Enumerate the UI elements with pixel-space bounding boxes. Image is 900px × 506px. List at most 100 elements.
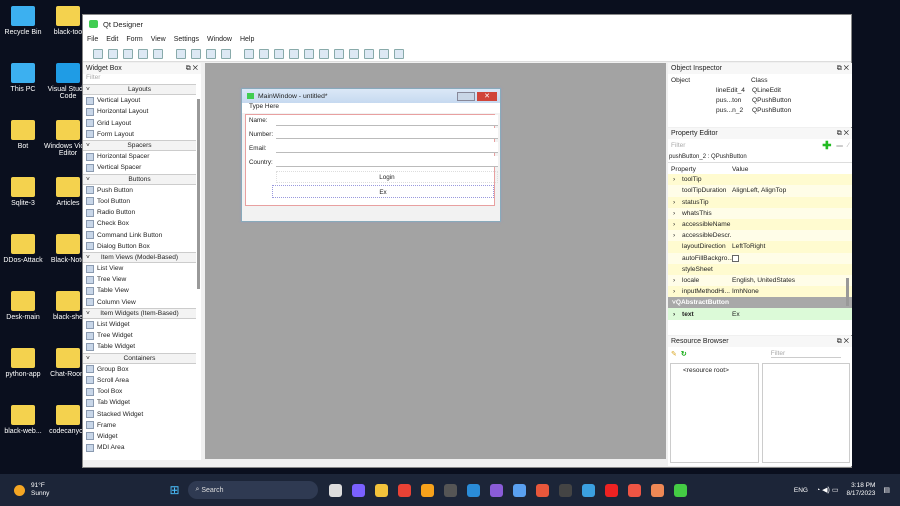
object-row[interactable]: pus...ton QPushButton [668,97,852,107]
widget-item[interactable]: Horizontal Spacer [83,151,196,162]
country-input[interactable] [276,156,498,167]
taskbar-app-icon[interactable] [604,483,618,497]
login-button[interactable]: Login [276,171,498,183]
widget-category[interactable]: Buttons [83,173,196,185]
property-row[interactable]: layoutDirection LeftToRight [668,241,852,253]
menu-edit[interactable]: Edit [106,36,118,43]
widget-category[interactable]: Item Views (Model-Based) [83,251,196,263]
widget-item[interactable]: Tool Button [83,196,196,207]
widget-category[interactable]: Containers [83,352,196,364]
property-row[interactable]: toolTipDuration AlignLeft, AlignTop [668,185,852,197]
toolbar-button-icon[interactable] [153,48,163,59]
resource-view[interactable] [762,363,850,463]
property-row-text[interactable]: textEx [668,308,852,320]
widget-filter-input[interactable]: Filter [83,74,201,84]
toolbar-button-icon[interactable] [379,48,389,59]
edit-resources-icon[interactable]: ✎ [671,350,677,358]
toolbar-button-icon[interactable] [289,48,299,59]
taskbar-app-icon[interactable] [650,483,664,497]
menu-form[interactable]: Form [126,36,142,43]
menu-view[interactable]: View [151,36,166,43]
widget-item[interactable]: Grid Layout [83,118,196,129]
menu-window[interactable]: Window [207,36,232,43]
property-value[interactable]: ImhNone [732,288,759,295]
name-input[interactable] [276,115,498,126]
widget-category[interactable]: Layouts [83,84,196,96]
widget-item[interactable]: Tree View [83,274,196,285]
start-icon[interactable]: ⊞ [169,483,179,497]
widget-item[interactable]: Tree Widget [83,330,196,341]
float-close-icons[interactable]: ⧉ ✕ [837,130,849,138]
taskbar-app-icon[interactable] [374,483,388,497]
configure-icon[interactable]: ⁄ [848,142,849,149]
property-row[interactable]: styleSheet [668,263,852,275]
widget-item[interactable]: Tab Widget [83,397,196,408]
taskbar-app-icon[interactable] [443,483,457,497]
toolbar-button-icon[interactable] [123,48,133,59]
property-filter[interactable]: Filter ✚ ▬ ⁄ [668,139,852,152]
widget-category[interactable]: Spacers [83,139,196,152]
close-button[interactable]: ✕ [477,91,497,101]
widget-item[interactable]: Form Layout [83,129,196,140]
toolbar-button-icon[interactable] [221,48,231,59]
widget-item[interactable]: Column View [83,297,196,308]
toolbar-button-icon[interactable] [364,48,374,59]
taskbar-app-icon[interactable] [466,483,480,497]
weather[interactable]: 91°F Sunny [31,482,49,498]
taskbar-app-icon[interactable] [351,483,365,497]
widget-item[interactable]: List View [83,263,196,274]
widget-category[interactable]: Item Widgets (Item-Based) [83,307,196,319]
notification-icon[interactable]: ▤ [883,486,890,494]
widget-item[interactable]: Command Link Button [83,229,196,240]
property-row[interactable]: statusTip [668,196,852,208]
property-row[interactable]: whatsThis [668,207,852,219]
form-window[interactable]: MainWindow - untitled* ✕ Type Here Name:… [241,88,501,222]
toolbar-button-icon[interactable] [304,48,314,59]
taskbar-app-icon[interactable] [397,483,411,497]
taskbar-app-icon[interactable] [627,483,641,497]
taskbar-app-icon[interactable] [420,483,434,497]
remove-property-icon[interactable]: ▬ [836,142,843,149]
float-close-icons[interactable]: ⧉ ✕ [186,65,198,73]
object-row[interactable]: lineEdit_4 QLineEdit [668,87,852,97]
toolbar-button-icon[interactable] [108,48,118,59]
selected-push-button[interactable]: Ex [272,185,494,198]
property-row[interactable]: inputMethodHi...ImhNone [668,286,852,298]
widget-item[interactable]: Widget [83,431,196,442]
widget-item[interactable]: Stacked Widget [83,408,196,419]
widget-item[interactable]: Tool Box [83,386,196,397]
widget-item[interactable]: List Widget [83,319,196,330]
widget-item[interactable]: Radio Button [83,207,196,218]
toolbar-button-icon[interactable] [274,48,284,59]
float-close-icons[interactable]: ⧉ ✕ [837,65,849,73]
float-close-icons[interactable]: ⧉ ✕ [837,338,849,346]
property-filter-input[interactable]: Filter [671,142,822,149]
toolbar-button-icon[interactable] [93,48,103,59]
scrollbar[interactable] [846,278,849,306]
minimize-button[interactable] [457,91,475,101]
menu-help[interactable]: Help [240,36,254,43]
search-box[interactable]: ⌕ Search [187,481,318,499]
scrollbar[interactable] [197,99,200,289]
toolbar-button-icon[interactable] [319,48,329,59]
property-row[interactable]: accessibleName [668,218,852,231]
widget-item[interactable]: Push Button [83,185,196,196]
property-value[interactable]: Ex [732,311,740,318]
widget-item[interactable]: Vertical Layout [83,95,196,106]
resource-tree[interactable]: <resource root> [670,363,759,463]
section-qabstractbutton[interactable]: ˅ QAbstractButton [668,297,852,309]
property-row[interactable]: autoFillBackgro... [668,252,852,264]
email-input[interactable] [276,142,498,153]
toolbar-button-icon[interactable] [394,48,404,59]
network-volume-battery-icons[interactable]: ◔ ◀) ▭ [816,486,838,494]
taskbar-app-icon[interactable] [512,483,526,497]
taskbar-app-icon[interactable] [328,483,342,497]
toolbar-button-icon[interactable] [259,48,269,59]
widget-item[interactable]: Check Box [83,218,196,229]
widget-item[interactable]: Table View [83,285,196,296]
number-input[interactable] [276,128,498,139]
widget-item[interactable]: Table Widget [83,341,196,352]
property-row[interactable]: localeEnglish, UnitedStates [668,274,852,287]
widget-item[interactable]: Dialog Button Box [83,241,196,252]
widget-item[interactable]: Horizontal Layout [83,106,196,117]
